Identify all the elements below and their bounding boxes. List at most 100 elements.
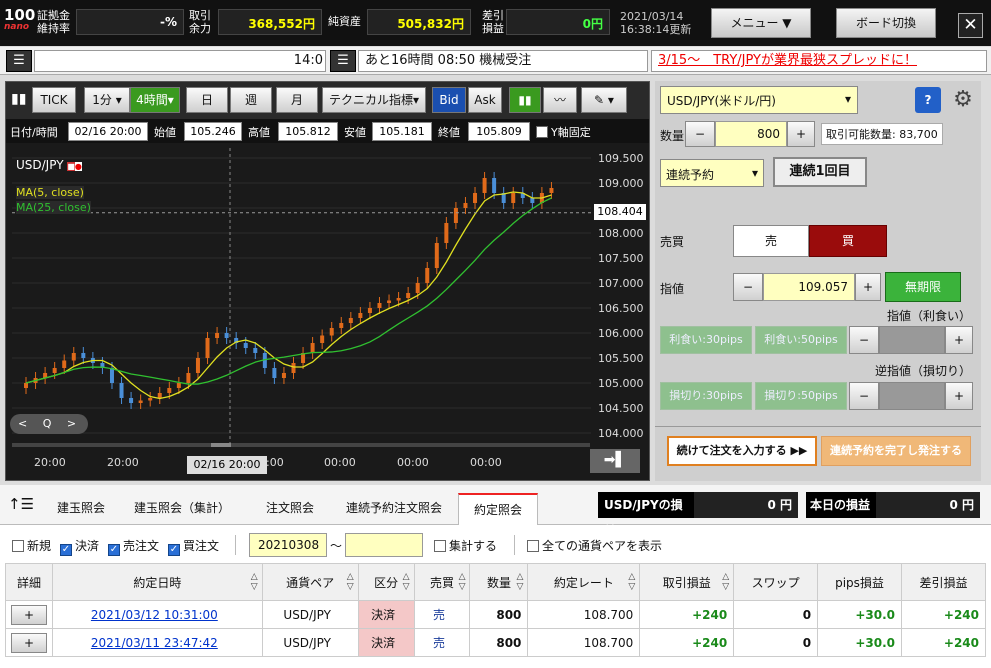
new-checkbox[interactable]: 新規 xyxy=(12,537,51,554)
pl-value: 0円 xyxy=(506,9,610,35)
help-icon[interactable]: ? xyxy=(915,87,941,113)
price-plus-button[interactable]: + xyxy=(855,273,881,301)
unlimited-button[interactable]: 無期限 xyxy=(885,272,961,302)
col-pair[interactable]: 通貨ペア △ ▽ xyxy=(261,563,359,601)
price-input[interactable]: 109.057 xyxy=(763,273,855,301)
expand-button[interactable]: + xyxy=(10,632,47,653)
col-exec-time[interactable]: 約定日時 △ ▽ xyxy=(51,563,263,601)
candlestick-type-icon[interactable]: ▮▮ xyxy=(509,87,541,113)
swap-cell: 0 xyxy=(733,628,819,657)
month-button[interactable]: 月 xyxy=(276,87,318,113)
tp30-button[interactable]: 利食い:30pips xyxy=(660,326,752,354)
nav-left-button[interactable]: < xyxy=(18,417,27,430)
qty-input[interactable]: 800 xyxy=(715,121,787,147)
y-axis-fix-checkbox[interactable]: Y軸固定 xyxy=(536,124,591,140)
sl50-button[interactable]: 損切り:50pips xyxy=(755,382,847,410)
candle-body xyxy=(473,193,478,203)
qty-label: 数量 xyxy=(660,129,685,143)
buy-order-checkbox[interactable]: ✓ 買注文 xyxy=(168,537,219,556)
tp-minus-button[interactable]: − xyxy=(849,326,879,354)
news-list-icon[interactable]: ☰ xyxy=(330,50,356,72)
candle-body xyxy=(339,323,344,328)
candle-body xyxy=(434,243,439,268)
sell-button[interactable]: 売 xyxy=(733,225,809,257)
tp-plus-button[interactable]: + xyxy=(945,326,973,354)
tab-positions[interactable]: 建玉照会 xyxy=(42,493,120,525)
qty-plus-button[interactable]: + xyxy=(787,121,815,147)
available-label: 取引 余力 xyxy=(189,9,211,35)
executions-table: 詳細 約定日時 △ ▽ 通貨ペア △ ▽ 区分 △ ▽ 売買 △ ▽ 数量 △ ▽ 約定レート △ ▽ … xyxy=(5,563,987,657)
complete-order-button[interactable]: 連続予約を完了し発注する xyxy=(821,436,971,466)
aggregate-checkbox[interactable]: 集計する xyxy=(434,537,497,554)
zoom-icon[interactable]: Q xyxy=(43,417,52,430)
candle-body xyxy=(406,293,411,298)
candle-body xyxy=(272,368,277,378)
buy-button[interactable]: 買 xyxy=(809,225,887,257)
pl-label: 差引 損益 xyxy=(482,9,504,35)
candle-body xyxy=(224,333,229,338)
x-tick-label: 00:00 xyxy=(324,456,356,469)
tab-positions-summary[interactable]: 建玉照会（集計） xyxy=(126,493,238,525)
all-pairs-checkbox[interactable]: 全ての通貨ペアを表示 xyxy=(527,537,662,554)
ask-button[interactable]: Ask xyxy=(468,87,502,113)
sort-list-icon[interactable]: ↑☰ xyxy=(8,495,34,513)
continue-order-button[interactable]: 続けて注文を入力する ▶▶ xyxy=(667,436,817,466)
tab-executions[interactable]: 約定照会 xyxy=(458,493,538,525)
date-to-input[interactable] xyxy=(345,533,423,557)
board-switch-button[interactable]: ボード切換 xyxy=(836,8,936,38)
settle-checkbox[interactable]: ✓ 決済 xyxy=(60,537,99,556)
ma25-legend: MA(25, close) xyxy=(16,201,91,214)
list-icon[interactable]: ☰ xyxy=(6,50,32,72)
col-type[interactable]: 区分 △ ▽ xyxy=(357,563,415,601)
sl-minus-button[interactable]: − xyxy=(849,382,879,410)
day-button[interactable]: 日 xyxy=(186,87,228,113)
expand-button[interactable]: + xyxy=(10,604,47,625)
order-type-select[interactable]: 連続予約 ▾ xyxy=(660,159,764,187)
col-rate[interactable]: 約定レート △ ▽ xyxy=(527,563,641,601)
close-button[interactable]: ✕ xyxy=(958,13,983,38)
col-side[interactable]: 売買 △ ▽ xyxy=(413,563,471,601)
gear-icon[interactable]: ⚙ xyxy=(949,86,977,114)
rate-cell: 108.700 xyxy=(527,628,641,657)
hour4-dropdown[interactable]: 4時間▾ xyxy=(130,87,180,113)
sl30-button[interactable]: 損切り:30pips xyxy=(660,382,752,410)
close-label: 終値 xyxy=(438,126,460,139)
tab-chain-orders[interactable]: 連続予約注文照会 xyxy=(336,493,452,525)
candle-body xyxy=(195,358,200,373)
price-chart[interactable]: 109.500109.000108.500108.000107.500107.0… xyxy=(6,143,649,480)
menu-button[interactable]: メニュー ▼ xyxy=(711,8,811,38)
available-value: 368,552円 xyxy=(218,9,322,35)
top-bar: 100 nano 証拠金 維持率 -% 取引 余力 368,552円 純資産 50… xyxy=(0,0,991,46)
crosshair-time-tag: 02/16 20:00 xyxy=(187,456,267,474)
jump-latest-button[interactable]: ➡▌ xyxy=(590,449,640,473)
tp-input[interactable] xyxy=(879,326,945,354)
tab-orders[interactable]: 注文照会 xyxy=(250,493,330,525)
margin-ratio-value: -% xyxy=(76,9,184,35)
draw-tool-icon[interactable]: ✎ ▾ xyxy=(581,87,627,113)
week-button[interactable]: 週 xyxy=(230,87,272,113)
sell-order-checkbox[interactable]: ✓ 売注文 xyxy=(108,537,159,556)
col-trade-pnl[interactable]: 取引損益 △ ▽ xyxy=(639,563,735,601)
news-ticker[interactable]: 3/15～ TRY/JPYが業界最狭スプレッドに！ xyxy=(651,50,987,72)
line-type-icon[interactable]: 〰 xyxy=(543,87,577,113)
candle-body xyxy=(348,318,353,323)
tick-button[interactable]: TICK xyxy=(32,87,76,113)
currency-pair-select[interactable]: USD/JPY(米ドル/円) ▾ xyxy=(660,86,858,114)
sl-plus-button[interactable]: + xyxy=(945,382,973,410)
qty-minus-button[interactable]: − xyxy=(685,121,715,147)
nav-right-button[interactable]: > xyxy=(67,417,76,430)
tp50-button[interactable]: 利食い:50pips xyxy=(755,326,847,354)
technical-dropdown[interactable]: テクニカル指標▾ xyxy=(322,87,426,113)
y-tick-label: 108.000 xyxy=(598,227,644,240)
candle-body xyxy=(511,193,516,203)
exec-time-link[interactable]: 2021/03/12 10:31:00 xyxy=(51,600,263,629)
candle-body xyxy=(81,353,86,358)
minute-dropdown[interactable]: 1分 ▾ xyxy=(84,87,130,113)
sl-input[interactable] xyxy=(879,382,945,410)
date-from-input[interactable]: 20210308 xyxy=(249,533,327,557)
candle-body xyxy=(71,353,76,361)
exec-time-link[interactable]: 2021/03/11 23:47:42 xyxy=(51,628,263,657)
col-qty[interactable]: 数量 △ ▽ xyxy=(469,563,529,601)
bid-button[interactable]: Bid xyxy=(432,87,466,113)
price-minus-button[interactable]: − xyxy=(733,273,763,301)
